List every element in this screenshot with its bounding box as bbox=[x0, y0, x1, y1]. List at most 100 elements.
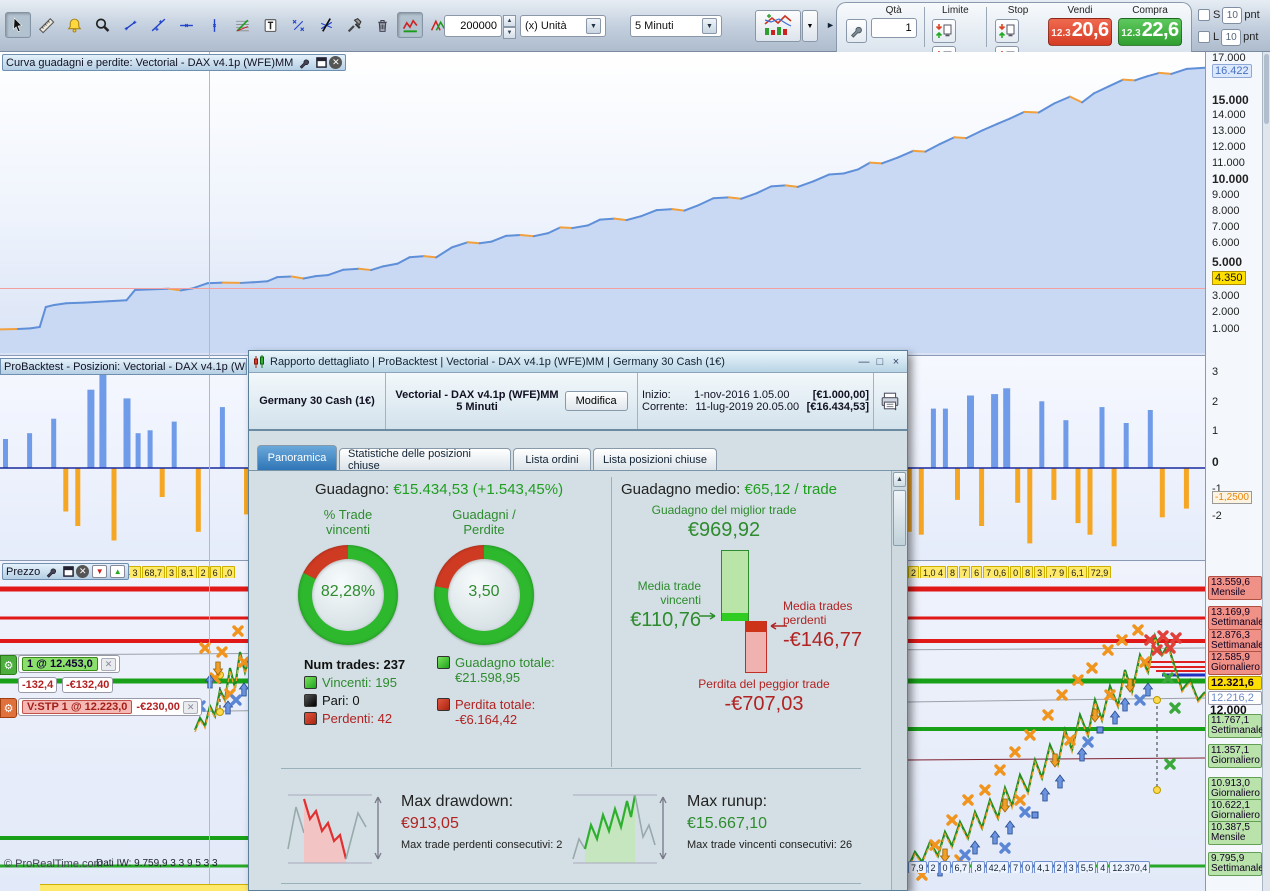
s-points-input[interactable]: 10 bbox=[1222, 6, 1243, 24]
system-name: Vectorial - DAX v4.1p (WFE)MM bbox=[395, 389, 559, 401]
start-label: Inizio: bbox=[642, 389, 671, 401]
alarm-icon bbox=[67, 18, 81, 33]
position-size-price: 1 @ 12.453,0 bbox=[22, 657, 98, 671]
printer-icon[interactable] bbox=[880, 391, 900, 411]
stop-limit-points-block: S 10 pnt L 10 pnt bbox=[1198, 4, 1268, 50]
tool-drawing-settings[interactable] bbox=[341, 12, 367, 38]
buy-price-prefix: 12.3 bbox=[1121, 28, 1141, 39]
stop-order-gear-icon[interactable]: ⚙ bbox=[0, 698, 17, 718]
divider bbox=[986, 7, 988, 47]
scrollbar-thumb[interactable] bbox=[1264, 54, 1269, 124]
buy-price: 22,6 bbox=[1141, 19, 1179, 41]
order-value-label: 7 bbox=[1010, 861, 1022, 873]
tab-statistiche-delle-posizioni-chiuse[interactable]: Statistiche delle posizioni chiuse bbox=[339, 448, 511, 472]
fibonacci-icon bbox=[235, 19, 249, 31]
restore-window-icon[interactable] bbox=[314, 56, 329, 69]
price-axis-column: 17.000 16.422 15.000 14.000 13.000 12.000 11.0… bbox=[1205, 52, 1264, 891]
wrench-icon[interactable] bbox=[296, 56, 311, 69]
drawing-tool-strip bbox=[4, 12, 452, 38]
tool-zoom[interactable] bbox=[89, 12, 115, 38]
stop-sell-button[interactable] bbox=[995, 19, 1020, 43]
tool-text[interactable] bbox=[257, 12, 283, 38]
buy-label: Compra bbox=[1132, 5, 1168, 16]
trading-panel-expander[interactable]: ► bbox=[826, 20, 835, 30]
stop-order-pnl: -€230,00 bbox=[136, 701, 180, 713]
close-icon[interactable]: ✕ bbox=[182, 700, 199, 714]
tick-value-label: 6,1 bbox=[1068, 566, 1087, 578]
tool-fibonacci[interactable] bbox=[229, 12, 255, 38]
chart-style-dropdown[interactable]: ▼ bbox=[802, 10, 818, 42]
minimize-icon[interactable]: — bbox=[857, 356, 871, 368]
tool-trend-segment[interactable] bbox=[117, 12, 143, 38]
tool-horizontal-line[interactable] bbox=[173, 12, 199, 38]
tool-trash[interactable] bbox=[369, 12, 395, 38]
axis-label: 10.000 bbox=[1212, 172, 1249, 186]
period-cell: Inizio: 1-nov-2016 1.05.00 [€1.000,00] C… bbox=[638, 373, 874, 429]
equity-curve-chart[interactable] bbox=[0, 52, 1205, 355]
order-value-label: 3 bbox=[1065, 861, 1077, 873]
close-icon[interactable]: × bbox=[889, 356, 903, 368]
modify-button[interactable]: Modifica bbox=[564, 391, 628, 411]
tool-trendline[interactable] bbox=[145, 12, 171, 38]
tool-zigzag[interactable] bbox=[397, 12, 423, 38]
gain-loss-ratio: 3,50 bbox=[468, 583, 500, 600]
cursor-icon bbox=[12, 16, 22, 32]
order-value-label: 42,4 bbox=[985, 861, 1010, 873]
tool-ruler[interactable] bbox=[33, 12, 59, 38]
window-scrollbar[interactable] bbox=[1262, 52, 1270, 891]
unit-dropdown[interactable]: (x) Unità ▼ bbox=[520, 15, 606, 37]
tick-value-label: ,0 bbox=[221, 566, 236, 578]
tool-cursor[interactable] bbox=[5, 12, 31, 38]
scrollbar-thumb[interactable] bbox=[893, 490, 906, 546]
sell-arrow-icon[interactable]: ▼ bbox=[92, 565, 108, 578]
quantity-stepper[interactable]: ▲ ▼ bbox=[503, 15, 516, 39]
watermark: © ProRealTime.com bbox=[4, 858, 103, 870]
instrument-name: Germany 30 Cash (1€) bbox=[259, 395, 375, 407]
buy-button[interactable]: 12.3 22,6 bbox=[1117, 18, 1182, 46]
gain-label: Guadagno: bbox=[314, 481, 390, 498]
maximize-icon[interactable]: □ bbox=[873, 356, 887, 368]
tab-lista-posizioni-chiuse[interactable]: Lista posizioni chiuse bbox=[593, 448, 717, 470]
sell-button[interactable]: 12.3 20,6 bbox=[1047, 18, 1112, 46]
limite-sell-button[interactable] bbox=[932, 19, 957, 43]
tab-lista-ordini[interactable]: Lista ordini bbox=[513, 448, 591, 470]
quantity-input[interactable] bbox=[444, 15, 502, 37]
chevron-down-icon[interactable]: ▼ bbox=[586, 18, 601, 34]
order-settings-button[interactable] bbox=[846, 19, 867, 43]
worst-trade-label: Perdita del peggior trade bbox=[698, 677, 830, 691]
limit-checkbox[interactable] bbox=[1198, 31, 1210, 43]
axis-label: 2.000 bbox=[1212, 306, 1240, 318]
tool-remove-lines[interactable] bbox=[313, 12, 339, 38]
long-position-label[interactable]: 1 @ 12.453,0 ✕ bbox=[18, 655, 121, 673]
horizontal-line-icon bbox=[179, 23, 193, 27]
tab-panoramica[interactable]: Panoramica bbox=[257, 445, 337, 470]
close-icon[interactable]: ✕ bbox=[329, 56, 343, 69]
stop-label: Stop bbox=[1007, 5, 1029, 16]
close-icon[interactable]: ✕ bbox=[100, 657, 117, 671]
chevron-down-icon[interactable]: ▼ bbox=[702, 18, 717, 34]
tool-vertical-line[interactable] bbox=[201, 12, 227, 38]
system-cell: Vectorial - DAX v4.1p (WFE)MM 5 Minuti M… bbox=[386, 373, 638, 429]
price-level-label: 12.321,6 bbox=[1208, 676, 1262, 690]
restore-window-icon[interactable] bbox=[61, 565, 76, 578]
chart-style-button[interactable] bbox=[755, 10, 801, 42]
long-position-gear-icon[interactable]: ⚙ bbox=[0, 655, 17, 675]
l-points-input[interactable]: 10 bbox=[1221, 28, 1242, 46]
tool-alarm[interactable] bbox=[61, 12, 87, 38]
dialog-scrollbar[interactable]: ▲ bbox=[891, 471, 907, 890]
stop-checkbox[interactable] bbox=[1198, 9, 1210, 21]
dialog-titlebar[interactable]: Rapporto dettagliato | ProBacktest | Vec… bbox=[249, 351, 907, 373]
stop-order-price: V:STP 1 @ 12.223,0 bbox=[22, 700, 133, 714]
order-qty-input[interactable] bbox=[870, 18, 917, 38]
equity-panel-title: Curva guadagni e perdite: Vectorial - DA… bbox=[6, 56, 294, 69]
red-swatch-icon bbox=[304, 712, 317, 725]
wrench-icon[interactable] bbox=[43, 565, 58, 578]
arrow-left-icon bbox=[770, 622, 787, 630]
stop-order-label[interactable]: V:STP 1 @ 12.223,0 -€230,00 ✕ bbox=[18, 698, 203, 716]
scroll-up-icon[interactable]: ▲ bbox=[893, 472, 906, 487]
tool-point-link[interactable] bbox=[285, 12, 311, 38]
axis-label: 4.350 bbox=[1212, 271, 1246, 285]
timeframe-dropdown[interactable]: 5 Minuti ▼ bbox=[630, 15, 722, 37]
close-icon[interactable]: ✕ bbox=[76, 565, 90, 578]
buy-arrow-icon[interactable]: ▲ bbox=[110, 565, 126, 578]
